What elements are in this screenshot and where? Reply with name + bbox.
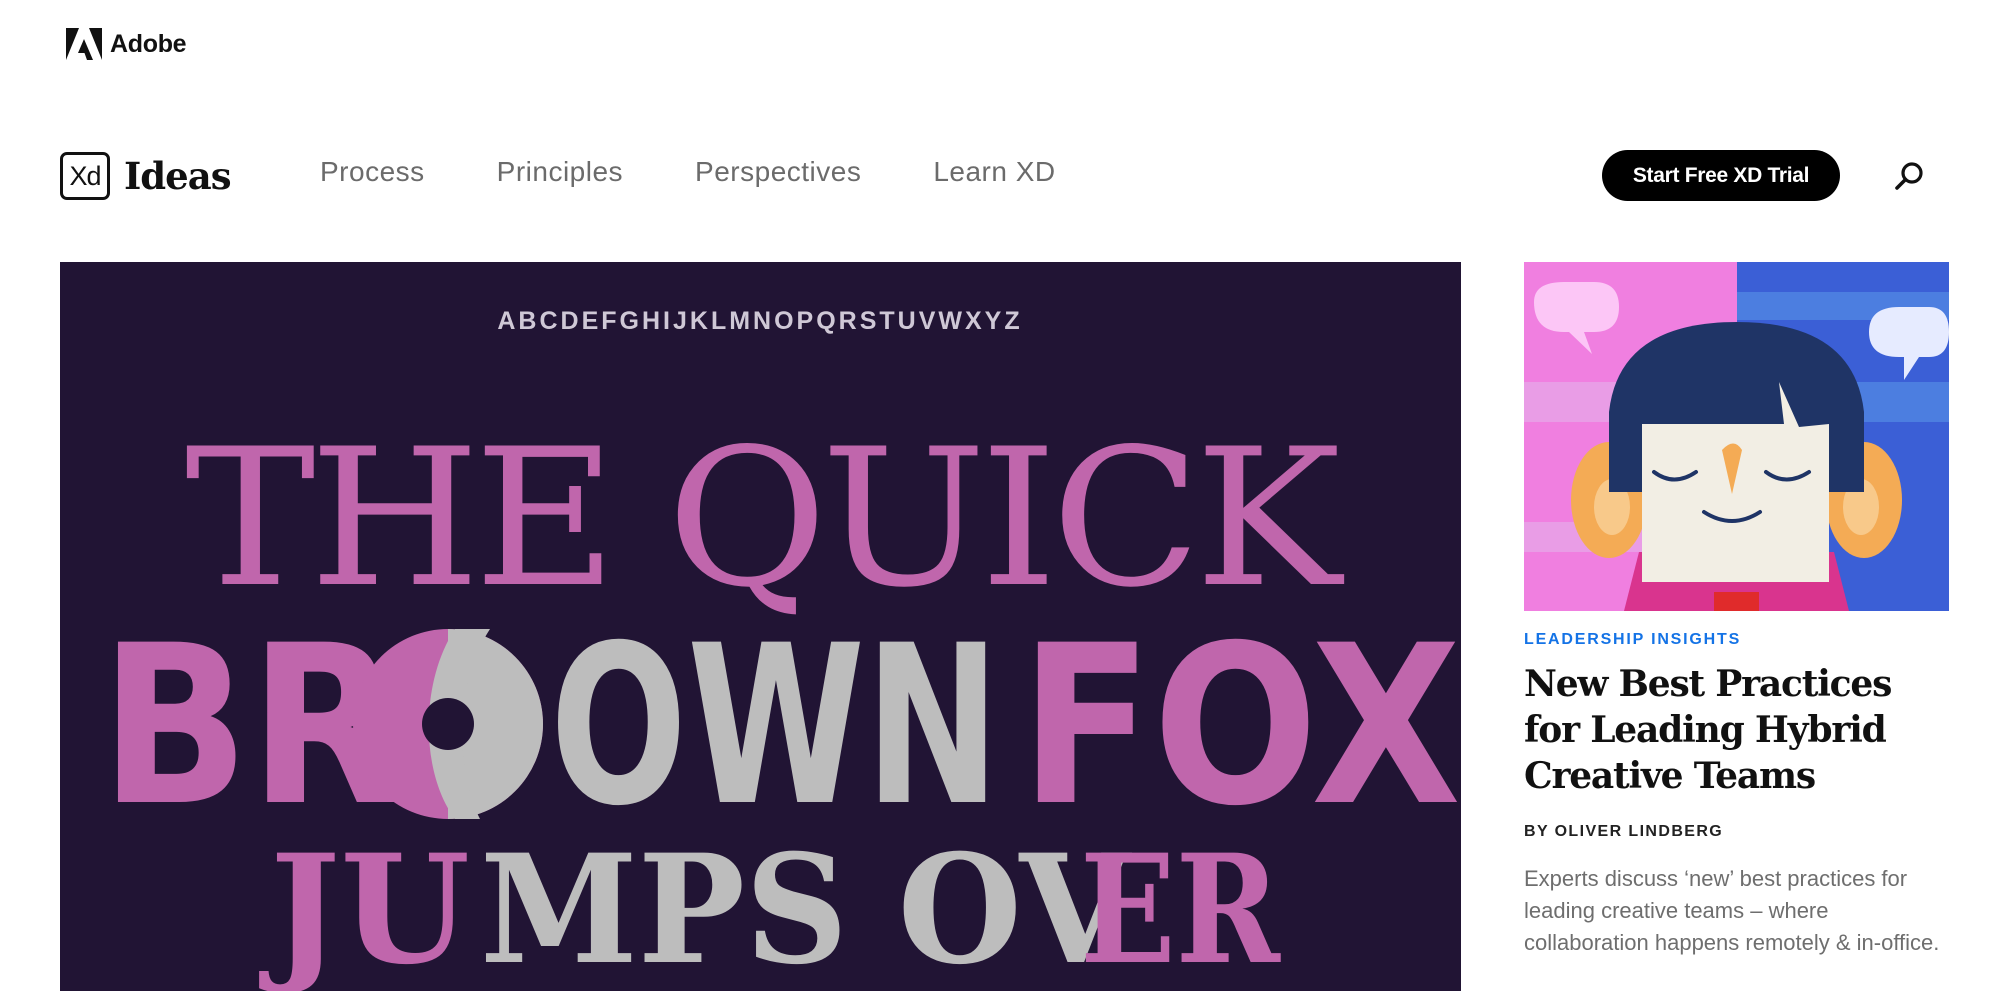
nav-link-principles[interactable]: Principles bbox=[497, 156, 623, 188]
nav-link-learn-xd[interactable]: Learn XD bbox=[933, 156, 1055, 188]
nav-link-perspectives[interactable]: Perspectives bbox=[695, 156, 861, 188]
article-excerpt: Experts discuss ‘new’ best practices for… bbox=[1524, 866, 1940, 955]
hero-line-3-b: MPS OV bbox=[480, 822, 1132, 991]
article-byline[interactable]: BY OLIVER LINDBERG bbox=[1524, 823, 1949, 841]
adobe-home-link[interactable]: Adobe bbox=[66, 28, 187, 60]
xd-logo-icon: Xd bbox=[60, 152, 110, 200]
hero-line-2-c: FOX bbox=[1020, 598, 1461, 854]
hero-line-3-c: ER bbox=[1080, 822, 1281, 991]
hero-line-1: THE QUICK bbox=[185, 408, 1344, 629]
article-headline[interactable]: New Best Practices for Leading Hybrid Cr… bbox=[1524, 661, 1949, 799]
adobe-logo-icon bbox=[66, 28, 102, 60]
hero-image[interactable]: ABCDEFGHIJKLMNOPQRSTUVWXYZ THE QUICK BR … bbox=[60, 262, 1461, 991]
adobe-brand-label: Adobe bbox=[110, 29, 187, 58]
article-category[interactable]: LEADERSHIP INSIGHTS bbox=[1524, 631, 1949, 649]
nav-link-process[interactable]: Process bbox=[320, 156, 425, 188]
article-thumbnail[interactable] bbox=[1524, 262, 1949, 611]
hero-line-3-a: JU bbox=[259, 822, 470, 991]
start-trial-button[interactable]: Start Free XD Trial bbox=[1602, 150, 1840, 201]
featured-article-card[interactable]: LEADERSHIP INSIGHTS New Best Practices f… bbox=[1524, 262, 1949, 959]
hero-line-2-b: OWN bbox=[550, 598, 1000, 854]
site-title: Ideas bbox=[124, 154, 232, 198]
main-navigation: Xd Ideas Process Principles Perspectives… bbox=[60, 140, 2000, 210]
hero-alphabet: ABCDEFGHIJKLMNOPQRSTUVWXYZ bbox=[497, 307, 1022, 335]
search-icon[interactable] bbox=[1892, 160, 1926, 194]
xd-ideas-logo[interactable]: Xd Ideas bbox=[60, 152, 232, 200]
hero-o-hole bbox=[422, 698, 474, 750]
nav-links: Process Principles Perspectives Learn XD bbox=[320, 156, 1056, 188]
